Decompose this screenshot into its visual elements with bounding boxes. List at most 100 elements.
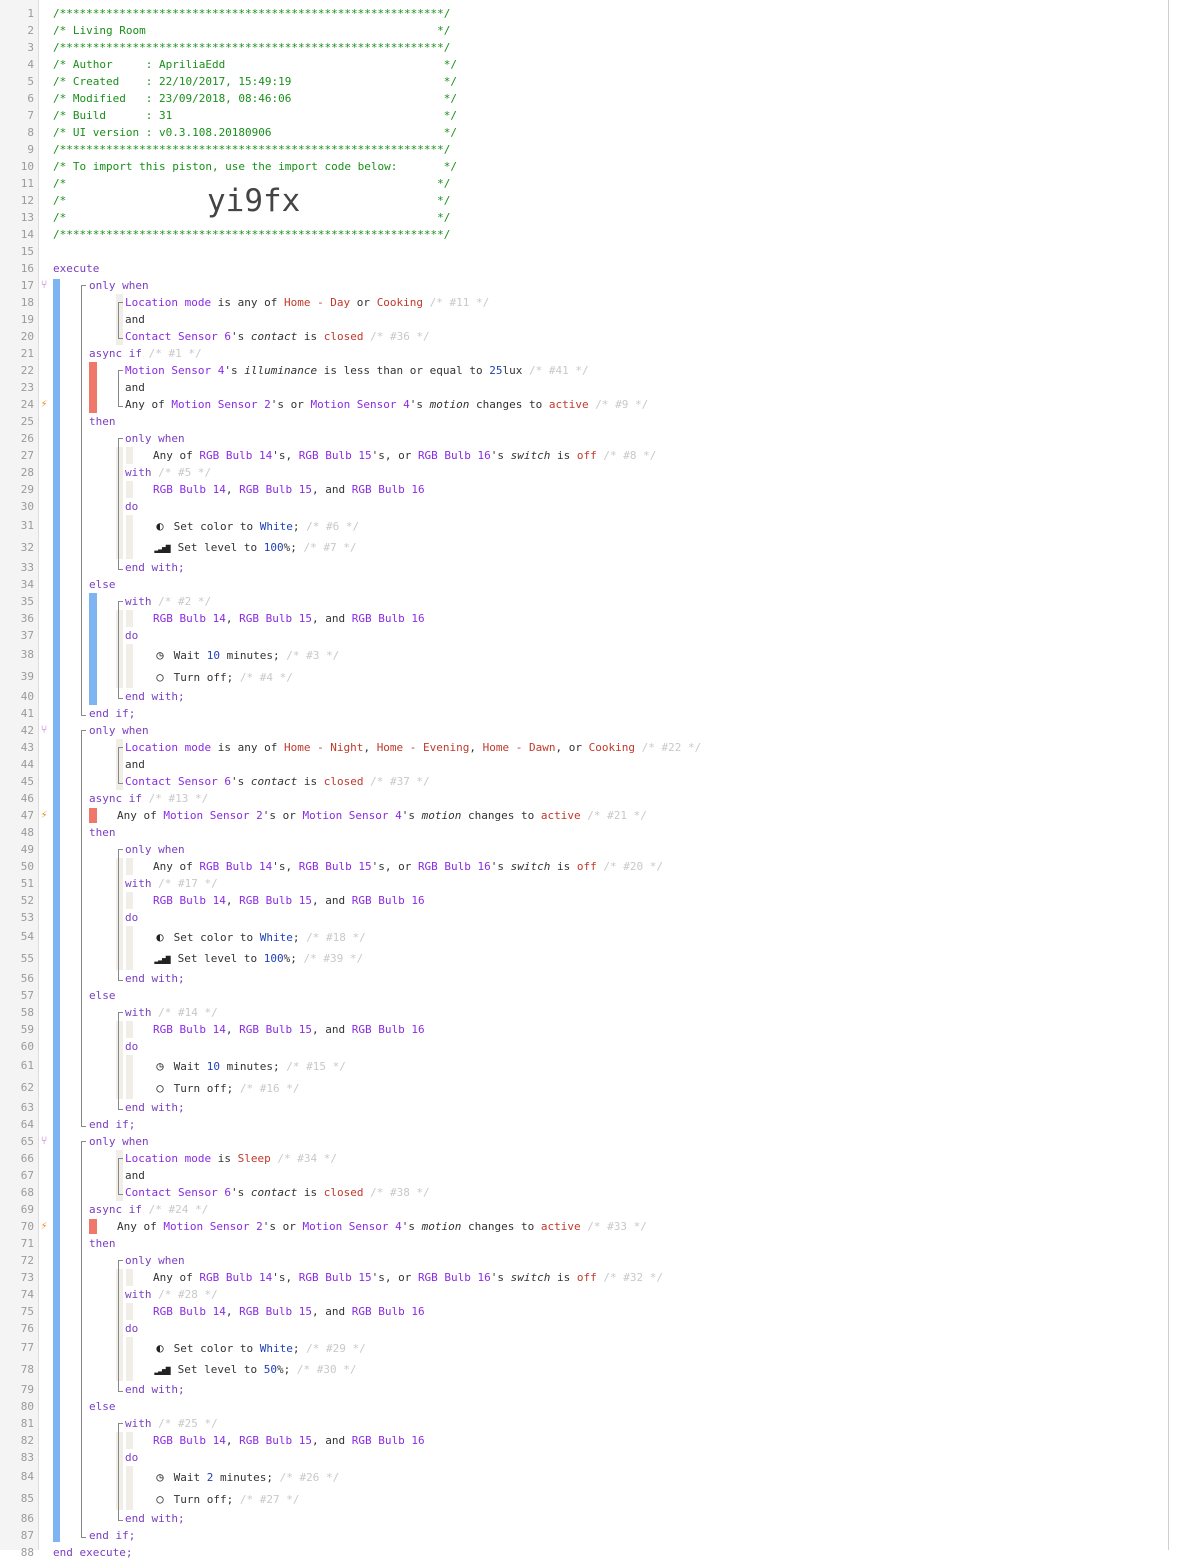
line-text[interactable]: only when — [89, 722, 149, 739]
line-text[interactable]: /* Author : ApriliaEdd */ — [53, 56, 457, 73]
line-text[interactable]: only when — [89, 1133, 149, 1150]
line-text[interactable]: /* Living Room */ — [53, 22, 450, 39]
line-text[interactable]: end if; — [89, 1116, 135, 1133]
line-number: 59 — [20, 1023, 34, 1036]
line-text[interactable]: do — [125, 1038, 138, 1055]
token: /* #25 */ — [151, 1417, 218, 1430]
line-text[interactable]: /* To import this piston, use the import… — [53, 158, 457, 175]
line-text[interactable]: ◐ Set color to White; /* #6 */ — [153, 515, 359, 538]
line-text[interactable]: only when — [125, 1252, 185, 1269]
line-text[interactable]: Any of Motion Sensor 2's or Motion Senso… — [117, 1218, 647, 1235]
line-text[interactable]: end with; — [125, 1381, 185, 1398]
line-text[interactable]: /* Modified : 23/09/2018, 08:46:06 */ — [53, 90, 457, 107]
line-text[interactable]: Location mode is any of Home - Night, Ho… — [125, 739, 701, 756]
line-text[interactable]: ▂▃▅▇ Set level to 100%; /* #39 */ — [153, 948, 363, 971]
line-text[interactable]: end if; — [89, 1527, 135, 1544]
line-text[interactable]: ○ Turn off; /* #16 */ — [153, 1077, 299, 1100]
line-text[interactable]: Contact Sensor 6's contact is closed /* … — [125, 1184, 430, 1201]
token: , and — [311, 1023, 352, 1036]
line-text[interactable]: ○ Turn off; /* #4 */ — [153, 666, 292, 689]
line-text[interactable]: /* Created : 22/10/2017, 15:49:19 */ — [53, 73, 457, 90]
line-text[interactable]: with /* #5 */ — [125, 464, 211, 481]
line-text[interactable]: only when — [125, 841, 185, 858]
line-number: 67 — [20, 1169, 34, 1182]
token: 100 — [263, 541, 284, 554]
line-text[interactable]: ◐ Set color to White; /* #18 */ — [153, 926, 365, 949]
line-text[interactable]: ◷ Wait 2 minutes; /* #26 */ — [153, 1466, 339, 1489]
line-text[interactable]: then — [89, 413, 116, 430]
line-number: 58 — [20, 1006, 34, 1019]
line-text[interactable]: and — [125, 1167, 145, 1184]
line-text[interactable]: ▂▃▅▇ Set level to 100%; /* #7 */ — [153, 537, 356, 560]
line-text[interactable]: async if /* #24 */ — [89, 1201, 208, 1218]
line-text[interactable]: RGB Bulb 14, RGB Bulb 15, and RGB Bulb 1… — [153, 892, 425, 909]
line-text[interactable]: RGB Bulb 14, RGB Bulb 15, and RGB Bulb 1… — [153, 610, 425, 627]
line-text[interactable]: /* UI version : v0.3.108.20180906 */ — [53, 124, 457, 141]
line-text[interactable]: and — [125, 756, 145, 773]
token: /* #38 */ — [363, 1186, 430, 1199]
line-text[interactable]: async if /* #1 */ — [89, 345, 202, 362]
line-text[interactable]: Any of RGB Bulb 14's, RGB Bulb 15's, or … — [153, 858, 663, 875]
line-text[interactable]: and — [125, 311, 145, 328]
line-text[interactable]: then — [89, 1235, 116, 1252]
line-text[interactable]: else — [89, 987, 116, 1004]
token: /* #13 */ — [141, 792, 209, 805]
line-text[interactable]: RGB Bulb 14, RGB Bulb 15, and RGB Bulb 1… — [153, 481, 425, 498]
line-text[interactable]: and — [125, 379, 145, 396]
line-text[interactable]: Contact Sensor 6's contact is closed /* … — [125, 328, 430, 345]
code-line: 18 Location mode is any of Home - Day or … — [0, 294, 1168, 311]
line-text[interactable]: RGB Bulb 14, RGB Bulb 15, and RGB Bulb 1… — [153, 1303, 425, 1320]
token: async if — [89, 792, 142, 805]
line-text[interactable]: end if; — [89, 705, 135, 722]
line-text[interactable]: do — [125, 498, 138, 515]
line-text[interactable]: /***************************************… — [53, 226, 450, 243]
line-text[interactable]: end with; — [125, 688, 185, 705]
line-text[interactable]: with /* #17 */ — [125, 875, 218, 892]
line-text[interactable]: do — [125, 909, 138, 926]
line-text[interactable]: with /* #25 */ — [125, 1415, 218, 1432]
line-text[interactable]: end with; — [125, 1510, 185, 1527]
line-text[interactable]: Any of RGB Bulb 14's, RGB Bulb 15's, or … — [153, 1269, 663, 1286]
line-text[interactable]: do — [125, 1320, 138, 1337]
token: Wait — [173, 1060, 207, 1073]
line-text[interactable]: only when — [89, 277, 149, 294]
line-text[interactable]: ◷ Wait 10 minutes; /* #15 */ — [153, 1055, 345, 1078]
token: end with; — [125, 690, 185, 703]
line-text[interactable]: async if /* #13 */ — [89, 790, 208, 807]
token: is — [550, 860, 577, 873]
line-text[interactable]: Any of RGB Bulb 14's, RGB Bulb 15's, or … — [153, 447, 656, 464]
line-text[interactable]: /***************************************… — [53, 5, 450, 22]
line-text[interactable]: end with; — [125, 970, 185, 987]
line-text[interactable]: else — [89, 576, 116, 593]
line-text[interactable]: Location mode is any of Home - Day or Co… — [125, 294, 489, 311]
line-text[interactable]: Location mode is Sleep /* #34 */ — [125, 1150, 337, 1167]
line-text[interactable]: then — [89, 824, 116, 841]
line-text[interactable]: Any of Motion Sensor 2's or Motion Senso… — [125, 396, 648, 413]
line-text[interactable]: with /* #14 */ — [125, 1004, 218, 1021]
line-text[interactable]: /***************************************… — [53, 141, 450, 158]
line-text[interactable]: /* Build : 31 */ — [53, 107, 457, 124]
line-text[interactable]: RGB Bulb 14, RGB Bulb 15, and RGB Bulb 1… — [153, 1021, 425, 1038]
code-line: 70 Any of Motion Sensor 2's or Motion Sen… — [0, 1218, 1168, 1235]
line-text[interactable]: end with; — [125, 1099, 185, 1116]
line-text[interactable]: end execute; — [53, 1544, 132, 1561]
line-text[interactable]: Contact Sensor 6's contact is closed /* … — [125, 773, 430, 790]
line-text[interactable]: Any of Motion Sensor 2's or Motion Senso… — [117, 807, 647, 824]
line-number: 6 — [27, 92, 34, 105]
line-text[interactable]: only when — [125, 430, 185, 447]
line-text[interactable]: ◷ Wait 10 minutes; /* #3 */ — [153, 644, 339, 667]
line-text[interactable]: do — [125, 1449, 138, 1466]
line-text[interactable]: ▂▃▅▇ Set level to 50%; /* #30 */ — [153, 1359, 356, 1382]
line-text[interactable]: /***************************************… — [53, 39, 450, 56]
line-text[interactable]: execute — [53, 260, 99, 277]
line-text[interactable]: RGB Bulb 14, RGB Bulb 15, and RGB Bulb 1… — [153, 1432, 425, 1449]
line-text[interactable]: end with; — [125, 559, 185, 576]
line-text[interactable]: with /* #2 */ — [125, 593, 211, 610]
line-text[interactable]: ◐ Set color to White; /* #29 */ — [153, 1337, 365, 1360]
line-number: 84 — [20, 1470, 34, 1483]
line-text[interactable]: do — [125, 627, 138, 644]
line-text[interactable]: Motion Sensor 4's illuminance is less th… — [125, 362, 589, 379]
line-text[interactable]: ○ Turn off; /* #27 */ — [153, 1488, 299, 1511]
line-text[interactable]: with /* #28 */ — [125, 1286, 218, 1303]
line-text[interactable]: else — [89, 1398, 116, 1415]
